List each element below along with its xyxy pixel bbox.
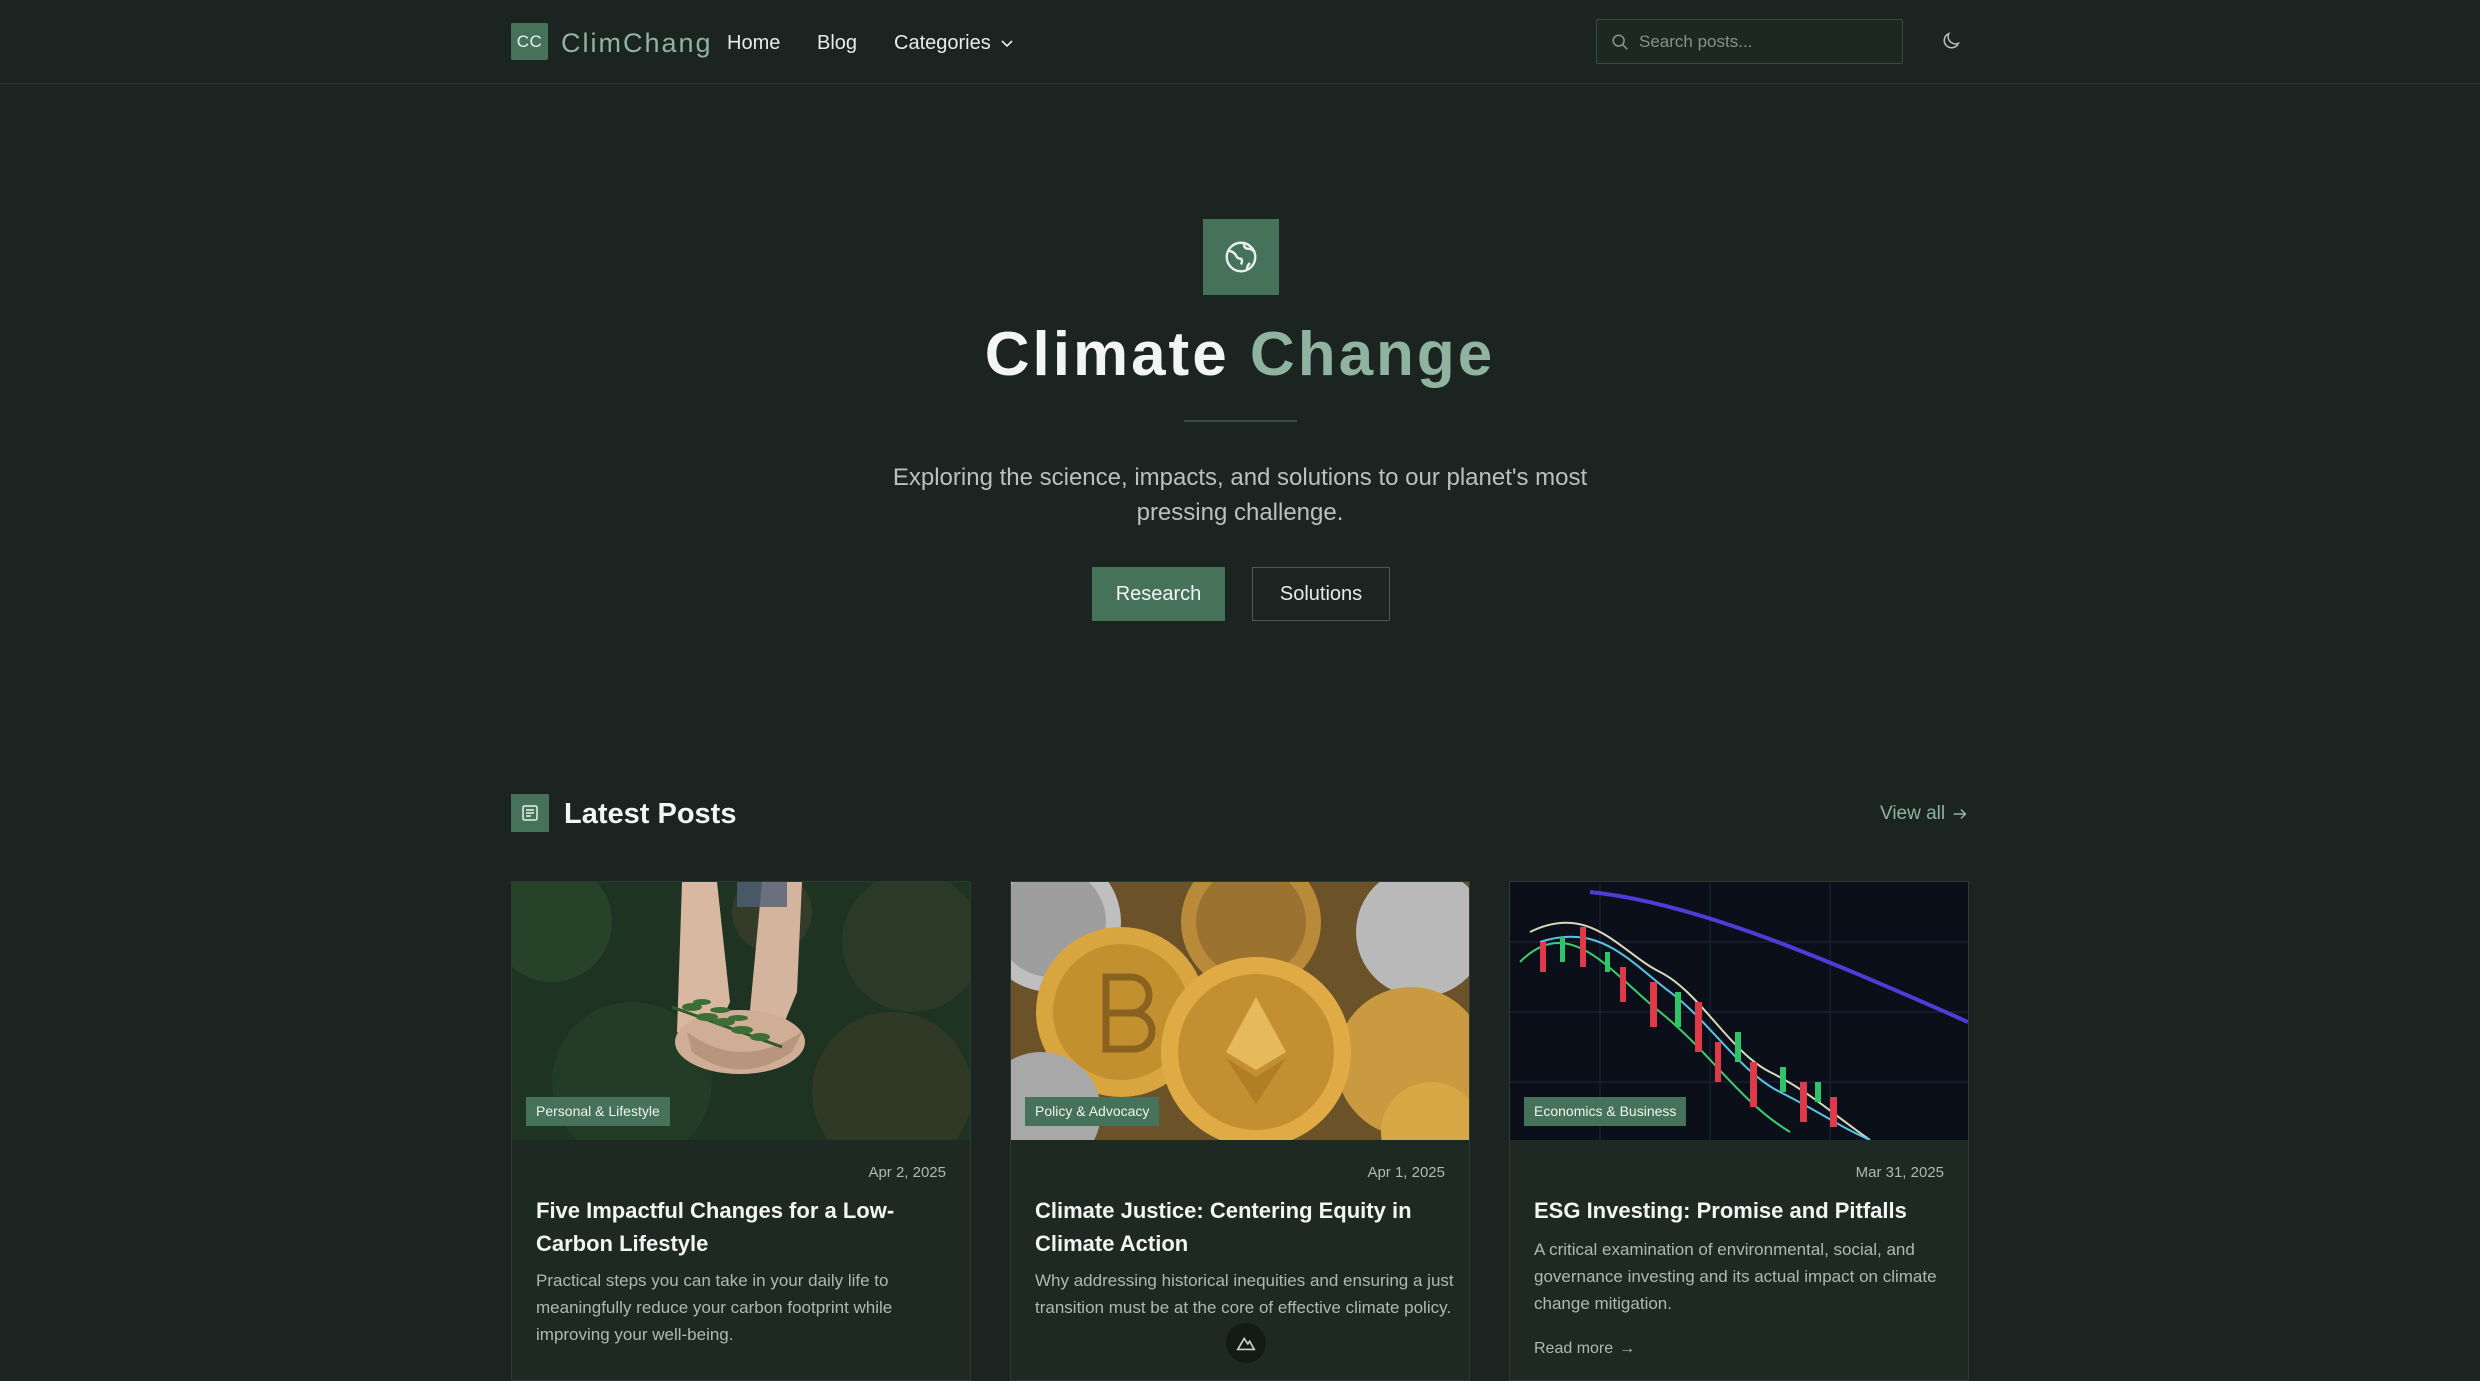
post-title[interactable]: Climate Justice: Centering Equity in Cli…: [1035, 1194, 1455, 1260]
search-box[interactable]: [1596, 19, 1903, 64]
post-title[interactable]: Five Impactful Changes for a Low-Carbon …: [536, 1194, 956, 1260]
hero-title-main: Climate: [984, 320, 1230, 389]
post-image-coins[interactable]: Policy & Advocacy: [1011, 882, 1469, 1140]
latest-posts-title: Latest Posts: [564, 798, 737, 830]
post-card[interactable]: Economics & Business Mar 31, 2025 ESG In…: [1509, 881, 1969, 1381]
hero-title-accent: Change: [1249, 320, 1496, 389]
nav-blog-link[interactable]: Blog: [817, 28, 857, 58]
nav-home-link[interactable]: Home: [727, 28, 780, 58]
hero-divider: [1184, 420, 1297, 422]
category-badge[interactable]: Personal & Lifestyle: [526, 1097, 670, 1126]
hero-title: Climate Change: [0, 315, 2480, 395]
brand-name[interactable]: ClimChang: [561, 26, 713, 60]
theme-toggle-button[interactable]: [1936, 26, 1966, 56]
top-navbar: CC ClimChang Home Blog Categories: [0, 0, 2480, 84]
search-icon: [1612, 33, 1628, 50]
floating-devtools-button[interactable]: [1226, 1323, 1266, 1363]
post-image-hands-fern[interactable]: Personal & Lifestyle: [512, 882, 970, 1140]
brand-logo[interactable]: CC: [511, 23, 548, 60]
post-excerpt: Practical steps you can take in your dai…: [536, 1271, 893, 1344]
post-date: Apr 2, 2025: [868, 1164, 946, 1181]
read-more-link[interactable]: Read more →: [1534, 1340, 1635, 1358]
newspaper-icon: [511, 794, 549, 832]
category-badge[interactable]: Economics & Business: [1524, 1097, 1687, 1126]
solutions-button[interactable]: Solutions: [1252, 567, 1390, 621]
chevron-down-icon: [1001, 40, 1013, 48]
category-badge[interactable]: Policy & Advocacy: [1025, 1097, 1160, 1126]
post-excerpt: A critical examination of environmental,…: [1534, 1240, 1937, 1313]
nav-categories-label: Categories: [894, 32, 991, 54]
nav-categories-dropdown[interactable]: Categories: [894, 28, 1015, 58]
arrow-right-icon: →: [1619, 1340, 1636, 1357]
post-excerpt: Why addressing historical inequities and…: [1035, 1271, 1454, 1317]
post-card[interactable]: Personal & Lifestyle Apr 2, 2025 Five Im…: [511, 881, 971, 1381]
globe-icon: [1225, 241, 1257, 273]
hero-globe-badge: [1203, 219, 1279, 295]
arrow-right-icon: [1953, 808, 1967, 820]
moon-icon: [1943, 32, 1960, 49]
post-image-stock-chart[interactable]: Economics & Business: [1510, 882, 1968, 1140]
view-all-label: View all: [1880, 803, 1946, 824]
post-card[interactable]: Policy & Advocacy Apr 1, 2025 Climate Ju…: [1010, 881, 1470, 1381]
search-input[interactable]: [1639, 31, 1889, 52]
post-date: Mar 31, 2025: [1855, 1164, 1944, 1181]
hero-subtitle: Exploring the science, impacts, and solu…: [892, 464, 1588, 526]
read-more-label: Read more: [1534, 1340, 1614, 1357]
research-button[interactable]: Research: [1092, 567, 1225, 621]
post-title[interactable]: ESG Investing: Promise and Pitfalls: [1534, 1194, 1954, 1227]
view-all-link[interactable]: View all: [1880, 802, 1969, 826]
post-date: Apr 1, 2025: [1367, 1164, 1445, 1181]
